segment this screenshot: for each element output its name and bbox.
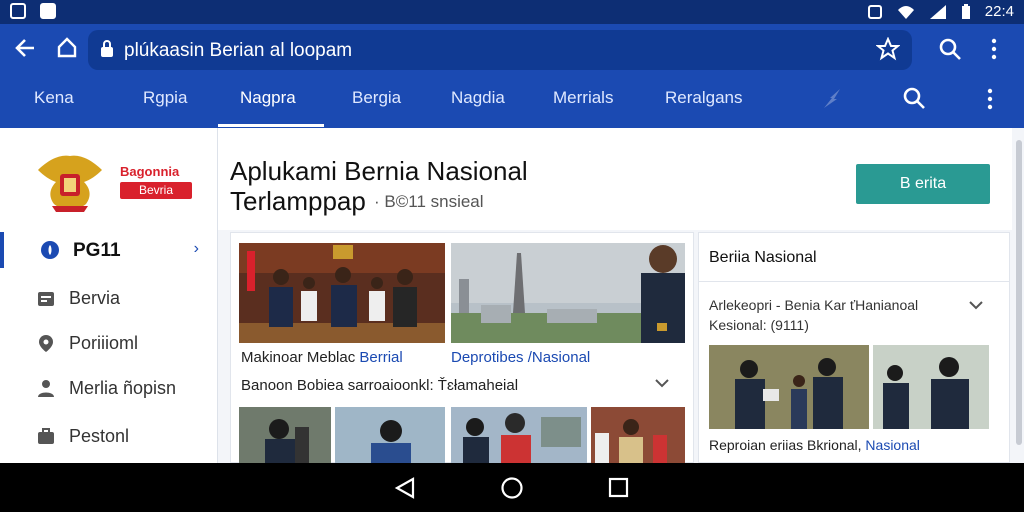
panel-title: Beriia Nasional <box>709 249 817 266</box>
page-title-line2: Terlamppap <box>230 186 366 216</box>
site-nav: Kena Rgpia Nagpra Bergia Nagdia Merrials… <box>0 76 1024 128</box>
overflow-menu-icon[interactable] <box>986 88 994 115</box>
news-caption-link[interactable]: Berrial <box>359 349 402 366</box>
tab-7[interactable]: Reralgans <box>665 88 743 108</box>
home-icon[interactable] <box>56 36 78 62</box>
sidebar-item-label: Bervia <box>69 288 121 308</box>
address-bar[interactable]: plúkaasin Berian al loopam <box>88 30 912 70</box>
sidebar: Bagonnia Bevria PG11 › Bervia Poriiioml … <box>0 128 218 463</box>
panel-photo-meeting[interactable] <box>709 345 869 429</box>
news-photo-city-tower[interactable] <box>451 243 685 343</box>
berita-button[interactable]: B erita <box>856 164 990 204</box>
sidebar-item-pg11[interactable]: PG11 › <box>0 232 217 268</box>
photo-notification-icon <box>40 3 56 19</box>
chevron-down-icon[interactable] <box>655 375 669 392</box>
pin-icon <box>39 335 53 352</box>
news-feed: Makinoar Meblac Berrial Deprotibes /Nasi… <box>230 232 694 463</box>
tab-4[interactable]: Bergia <box>352 88 401 108</box>
search-icon[interactable] <box>902 86 926 115</box>
news-caption-text: Makinoar Meblac <box>241 349 356 366</box>
panel-caption[interactable]: Reproian eriias Bkrional, Nasional <box>709 437 920 453</box>
panel-item-subtitle[interactable]: Kesional: (9111) <box>709 317 809 333</box>
sidebar-item-merlia[interactable]: Merlia ñopisn <box>0 370 217 406</box>
wifi-icon <box>897 5 914 19</box>
bookmark-star-icon[interactable] <box>875 36 901 67</box>
system-nav-bar <box>0 463 1024 512</box>
tab-6[interactable]: Merrials <box>553 88 613 108</box>
news-thumb-2[interactable] <box>335 407 445 463</box>
gallery-notification-icon <box>10 3 26 19</box>
right-panel: Beriia Nasional Arlekeopri - Benia Kar ť… <box>698 232 1010 463</box>
back-arrow-icon[interactable] <box>14 37 36 63</box>
lightning-icon[interactable] <box>820 86 846 117</box>
sidebar-item-label: PG11 <box>73 240 121 261</box>
tab-1[interactable]: Kena <box>34 88 74 108</box>
panel-photo-officials[interactable] <box>873 345 989 429</box>
news-thumb-4[interactable] <box>591 407 685 463</box>
panel-caption-text: Reproian eriias Bkrional, <box>709 437 862 453</box>
tab-2[interactable]: Rgpia <box>143 88 187 108</box>
active-tab-indicator <box>218 124 324 127</box>
recents-square-icon[interactable] <box>608 477 630 499</box>
news-caption[interactable]: Makinoar Meblac Berrial <box>241 349 403 366</box>
search-icon[interactable] <box>938 37 962 65</box>
battery-icon <box>961 3 970 19</box>
nfc-icon <box>867 4 882 19</box>
tab-3[interactable]: Nagpra <box>240 88 296 108</box>
sidebar-item-pestonl[interactable]: Pestonl <box>0 418 217 454</box>
brand-title: Bagonnia <box>120 164 180 179</box>
browser-toolbar: plúkaasin Berian al loopam <box>0 24 1024 76</box>
briefcase-icon <box>38 428 54 444</box>
news-thumb-1[interactable] <box>239 407 331 463</box>
divider <box>699 281 1009 282</box>
signal-icon <box>929 4 946 19</box>
sidebar-item-bervia[interactable]: Bervia <box>0 280 217 316</box>
news-thumb-3[interactable] <box>451 407 587 463</box>
clock: 22:4 <box>984 3 1014 20</box>
page-title: Aplukami Bernia Nasional <box>230 156 528 186</box>
calendar-icon <box>38 292 54 306</box>
shield-icon <box>41 241 59 259</box>
home-circle-icon[interactable] <box>500 476 524 500</box>
page-subtitle: · B©11 snsieal <box>374 192 484 211</box>
url-text: plúkaasin Berian al loopam <box>124 40 353 61</box>
panel-item-title[interactable]: Arlekeopri - Benia Kar ťHanianoal <box>709 297 918 313</box>
page-header: Aplukami Bernia Nasional Terlamppap · B©… <box>218 128 1012 230</box>
lock-icon <box>101 40 113 57</box>
news-caption-secondary[interactable]: Banoon Bobiea sarroaioonkl: Ťɛłamaheial <box>241 377 518 394</box>
tab-5[interactable]: Nagdia <box>451 88 505 108</box>
garuda-emblem-logo <box>38 155 102 212</box>
sidebar-item-label: Merlia ñopisn <box>69 378 177 398</box>
back-triangle-icon[interactable] <box>394 477 416 499</box>
scrollbar[interactable] <box>1016 140 1022 445</box>
sidebar-item-label: Poriiioml <box>69 333 139 353</box>
brand-badge: Bevria <box>120 182 192 199</box>
chevron-right-icon: › <box>193 240 199 257</box>
news-photo-officials[interactable] <box>239 243 445 343</box>
sidebar-item-label: Pestonl <box>69 426 130 446</box>
status-bar: 22:4 <box>0 0 1024 24</box>
person-icon <box>38 380 54 397</box>
overflow-menu-icon[interactable] <box>990 38 998 64</box>
news-caption-link-right[interactable]: Deprotibes /Nasional <box>451 349 590 366</box>
sidebar-item-poriiioml[interactable]: Poriiioml <box>0 325 217 361</box>
chevron-down-icon[interactable] <box>969 297 983 314</box>
panel-caption-link[interactable]: Nasional <box>865 437 919 453</box>
